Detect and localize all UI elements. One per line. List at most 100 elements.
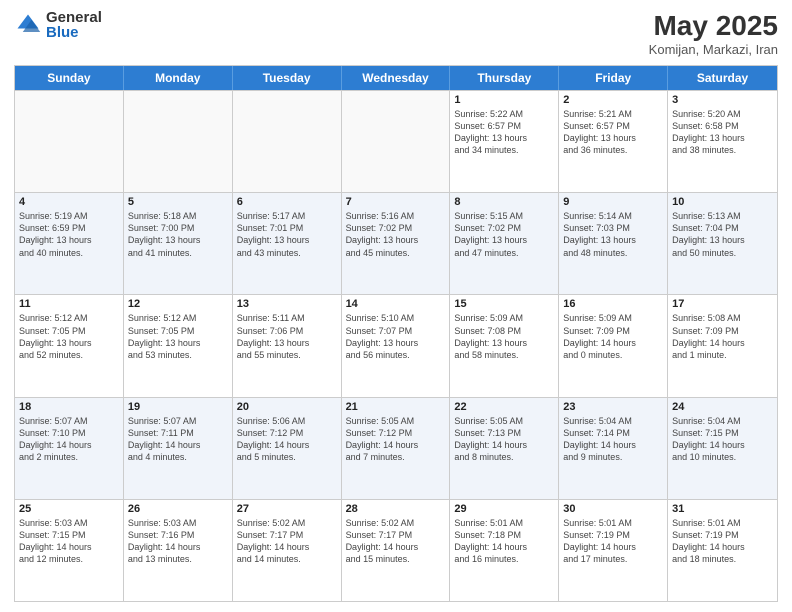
cell-day-number: 9 [563, 196, 663, 208]
calendar-cell: 25 Sunrise: 5:03 AM Sunset: 7:15 PM Dayli… [15, 500, 124, 601]
calendar-cell: 20 Sunrise: 5:06 AM Sunset: 7:12 PM Dayli… [233, 398, 342, 499]
cell-info: Sunrise: 5:22 AM Sunset: 6:57 PM Dayligh… [454, 108, 554, 157]
cell-day-number: 26 [128, 503, 228, 515]
cell-info: Sunrise: 5:20 AM Sunset: 6:58 PM Dayligh… [672, 108, 773, 157]
calendar-cell: 22Sunrise: 5:05 AM Sunset: 7:13 PM Dayli… [450, 398, 559, 499]
calendar-cell: 9 Sunrise: 5:14 AM Sunset: 7:03 PM Daylig… [559, 193, 668, 294]
calendar-cell: 13 Sunrise: 5:11 AM Sunset: 7:06 PM Dayli… [233, 295, 342, 396]
cell-info: Sunrise: 5:14 AM Sunset: 7:03 PM Dayligh… [563, 210, 663, 259]
calendar-cell: 23 Sunrise: 5:04 AM Sunset: 7:14 PM Dayli… [559, 398, 668, 499]
calendar-body: 1 Sunrise: 5:22 AM Sunset: 6:57 PM Daylig… [15, 90, 777, 601]
cell-info: Sunrise: 5:16 AM Sunset: 7:02 PM Dayligh… [346, 210, 446, 259]
cell-info: Sunrise: 5:07 AM Sunset: 7:10 PM Dayligh… [19, 415, 119, 464]
calendar-cell: 8 Sunrise: 5:15 AM Sunset: 7:02 PM Daylig… [450, 193, 559, 294]
cell-day-number: 13 [237, 298, 337, 310]
calendar-cell: 27 Sunrise: 5:02 AM Sunset: 7:17 PM Dayli… [233, 500, 342, 601]
weekday-header: Wednesday [342, 66, 451, 90]
calendar-cell: 10 Sunrise: 5:13 AM Sunset: 7:04 PM Dayli… [668, 193, 777, 294]
cell-day-number: 11 [19, 298, 119, 310]
page: General Blue May 2025 Komijan, Markazi, … [0, 0, 792, 612]
cell-info: Sunrise: 5:04 AM Sunset: 7:14 PM Dayligh… [563, 415, 663, 464]
logo-general: General [46, 10, 102, 25]
calendar-cell: 26 Sunrise: 5:03 AM Sunset: 7:16 PM Dayli… [124, 500, 233, 601]
cell-info: Sunrise: 5:09 AM Sunset: 7:09 PM Dayligh… [563, 312, 663, 361]
cell-day-number: 22 [454, 401, 554, 413]
cell-day-number: 18 [19, 401, 119, 413]
cell-info: Sunrise: 5:02 AM Sunset: 7:17 PM Dayligh… [346, 517, 446, 566]
calendar-row: 1 Sunrise: 5:22 AM Sunset: 6:57 PM Daylig… [15, 90, 777, 192]
calendar-row: 18 Sunrise: 5:07 AM Sunset: 7:10 PM Dayli… [15, 397, 777, 499]
calendar-cell: 4Sunrise: 5:19 AM Sunset: 6:59 PM Daylig… [15, 193, 124, 294]
cell-info: Sunrise: 5:01 AM Sunset: 7:18 PM Dayligh… [454, 517, 554, 566]
calendar-cell: 15 Sunrise: 5:09 AM Sunset: 7:08 PM Dayli… [450, 295, 559, 396]
calendar-header: SundayMondayTuesdayWednesdayThursdayFrid… [15, 66, 777, 90]
cell-day-number: 30 [563, 503, 663, 515]
logo: General Blue [14, 10, 102, 40]
calendar-cell: 1 Sunrise: 5:22 AM Sunset: 6:57 PM Daylig… [450, 91, 559, 192]
cell-info: Sunrise: 5:17 AM Sunset: 7:01 PM Dayligh… [237, 210, 337, 259]
cell-info: Sunrise: 5:21 AM Sunset: 6:57 PM Dayligh… [563, 108, 663, 157]
calendar-cell: 6 Sunrise: 5:17 AM Sunset: 7:01 PM Daylig… [233, 193, 342, 294]
cell-info: Sunrise: 5:03 AM Sunset: 7:16 PM Dayligh… [128, 517, 228, 566]
cell-day-number: 29 [454, 503, 554, 515]
calendar-cell: 7 Sunrise: 5:16 AM Sunset: 7:02 PM Daylig… [342, 193, 451, 294]
calendar-cell [15, 91, 124, 192]
cell-day-number: 8 [454, 196, 554, 208]
cell-day-number: 27 [237, 503, 337, 515]
cell-day-number: 17 [672, 298, 773, 310]
cell-day-number: 2 [563, 94, 663, 106]
cell-info: Sunrise: 5:09 AM Sunset: 7:08 PM Dayligh… [454, 312, 554, 361]
cell-day-number: 10 [672, 196, 773, 208]
cell-info: Sunrise: 5:12 AM Sunset: 7:05 PM Dayligh… [128, 312, 228, 361]
calendar-cell: 21Sunrise: 5:05 AM Sunset: 7:12 PM Dayli… [342, 398, 451, 499]
calendar-row: 11 Sunrise: 5:12 AM Sunset: 7:05 PM Dayli… [15, 294, 777, 396]
cell-info: Sunrise: 5:18 AM Sunset: 7:00 PM Dayligh… [128, 210, 228, 259]
cell-day-number: 25 [19, 503, 119, 515]
calendar-cell: 2 Sunrise: 5:21 AM Sunset: 6:57 PM Daylig… [559, 91, 668, 192]
calendar-cell: 14 Sunrise: 5:10 AM Sunset: 7:07 PM Dayli… [342, 295, 451, 396]
calendar-cell: 12Sunrise: 5:12 AM Sunset: 7:05 PM Dayli… [124, 295, 233, 396]
cell-day-number: 24 [672, 401, 773, 413]
cell-day-number: 14 [346, 298, 446, 310]
calendar-cell: 3 Sunrise: 5:20 AM Sunset: 6:58 PM Daylig… [668, 91, 777, 192]
cell-day-number: 3 [672, 94, 773, 106]
cell-info: Sunrise: 5:07 AM Sunset: 7:11 PM Dayligh… [128, 415, 228, 464]
cell-day-number: 16 [563, 298, 663, 310]
calendar-cell [342, 91, 451, 192]
cell-day-number: 23 [563, 401, 663, 413]
cell-day-number: 19 [128, 401, 228, 413]
cell-info: Sunrise: 5:04 AM Sunset: 7:15 PM Dayligh… [672, 415, 773, 464]
cell-day-number: 6 [237, 196, 337, 208]
logo-icon [14, 11, 42, 39]
cell-info: Sunrise: 5:15 AM Sunset: 7:02 PM Dayligh… [454, 210, 554, 259]
calendar-cell [233, 91, 342, 192]
title-location: Komijan, Markazi, Iran [649, 42, 778, 57]
weekday-header: Saturday [668, 66, 777, 90]
cell-day-number: 1 [454, 94, 554, 106]
cell-info: Sunrise: 5:11 AM Sunset: 7:06 PM Dayligh… [237, 312, 337, 361]
cell-info: Sunrise: 5:13 AM Sunset: 7:04 PM Dayligh… [672, 210, 773, 259]
calendar: SundayMondayTuesdayWednesdayThursdayFrid… [14, 65, 778, 602]
title-block: May 2025 Komijan, Markazi, Iran [649, 10, 778, 57]
cell-info: Sunrise: 5:10 AM Sunset: 7:07 PM Dayligh… [346, 312, 446, 361]
calendar-cell: 31Sunrise: 5:01 AM Sunset: 7:19 PM Dayli… [668, 500, 777, 601]
logo-blue: Blue [46, 25, 102, 40]
calendar-cell: 29 Sunrise: 5:01 AM Sunset: 7:18 PM Dayli… [450, 500, 559, 601]
calendar-cell: 30Sunrise: 5:01 AM Sunset: 7:19 PM Dayli… [559, 500, 668, 601]
header: General Blue May 2025 Komijan, Markazi, … [14, 10, 778, 57]
calendar-row: 4Sunrise: 5:19 AM Sunset: 6:59 PM Daylig… [15, 192, 777, 294]
cell-day-number: 28 [346, 503, 446, 515]
cell-day-number: 7 [346, 196, 446, 208]
cell-day-number: 4 [19, 196, 119, 208]
cell-day-number: 20 [237, 401, 337, 413]
cell-info: Sunrise: 5:06 AM Sunset: 7:12 PM Dayligh… [237, 415, 337, 464]
cell-day-number: 15 [454, 298, 554, 310]
cell-info: Sunrise: 5:03 AM Sunset: 7:15 PM Dayligh… [19, 517, 119, 566]
title-month: May 2025 [649, 10, 778, 42]
calendar-cell: 24 Sunrise: 5:04 AM Sunset: 7:15 PM Dayli… [668, 398, 777, 499]
weekday-header: Friday [559, 66, 668, 90]
cell-info: Sunrise: 5:02 AM Sunset: 7:17 PM Dayligh… [237, 517, 337, 566]
weekday-header: Sunday [15, 66, 124, 90]
calendar-cell: 17Sunrise: 5:08 AM Sunset: 7:09 PM Dayli… [668, 295, 777, 396]
cell-day-number: 31 [672, 503, 773, 515]
